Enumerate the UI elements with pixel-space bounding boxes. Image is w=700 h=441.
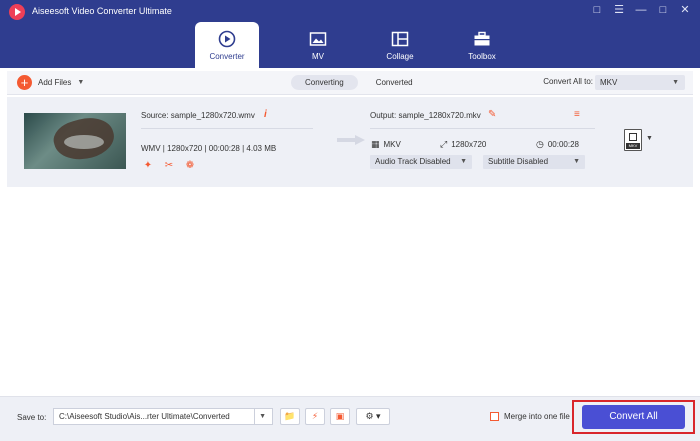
tab-converted[interactable]: Converted	[362, 75, 427, 90]
format-badge-text: MKV	[626, 143, 640, 149]
audio-track-value: Audio Track Disabled	[375, 157, 451, 166]
bottom-bar: Save to: C:\Aiseesoft Studio\Ais...rter …	[0, 396, 700, 441]
merge-checkbox[interactable]	[490, 412, 499, 421]
settings-sliders-icon[interactable]: ≡	[574, 109, 580, 120]
chevron-down-icon: ▼	[573, 158, 580, 165]
palette-icon[interactable]: ❁	[184, 160, 196, 172]
add-files-button[interactable]: + Add Files ▼	[17, 75, 84, 90]
collage-icon	[391, 31, 409, 47]
chevron-down-icon: ▼	[259, 413, 266, 420]
close-icon[interactable]: ✕	[678, 3, 692, 17]
plus-icon: +	[17, 75, 32, 90]
tab-converting[interactable]: Converting	[291, 75, 358, 90]
file-item: Source: sample_1280x720.wmv i WMV | 1280…	[7, 97, 693, 187]
convert-all-button[interactable]: Convert All	[582, 405, 685, 429]
window-controls: □ ☰ — □ ✕	[590, 3, 692, 17]
status-segmented-control: Converting Converted	[291, 75, 427, 90]
output-format-text: MKV	[383, 140, 401, 149]
arrow-right-icon	[337, 135, 365, 145]
settings-gear-icon[interactable]: ⚙ ▾	[356, 408, 390, 425]
mv-icon	[309, 32, 327, 46]
output-resolution-text: 1280x720	[451, 140, 487, 149]
edit-tools: ✦ ✂ ❁	[142, 160, 196, 172]
subtitle-value: Subtitle Disabled	[488, 157, 549, 166]
tab-collage[interactable]: Collage	[359, 22, 441, 68]
chevron-down-icon[interactable]: ▼	[77, 79, 84, 86]
tab-toolbox-label: Toolbox	[468, 52, 496, 61]
source-divider	[141, 128, 313, 129]
save-path-select[interactable]: C:\Aiseesoft Studio\Ais...rter Ultimate\…	[53, 408, 273, 425]
merge-label: Merge into one file	[504, 412, 570, 421]
app-logo-icon	[9, 4, 25, 20]
resize-icon: ⤢	[440, 139, 448, 149]
rename-icon[interactable]: ✎	[488, 109, 496, 120]
film-icon: ▦	[371, 139, 380, 149]
output-format-badge[interactable]: MKV	[624, 129, 642, 151]
output-divider	[370, 128, 595, 129]
title-bar: Aiseesoft Video Converter Ultimate □ ☰ —…	[0, 0, 700, 68]
info-icon[interactable]: i	[264, 109, 267, 120]
subtitle-select[interactable]: Subtitle Disabled ▼	[483, 155, 585, 169]
feedback-icon[interactable]: □	[590, 3, 604, 17]
source-filename: Source: sample_1280x720.wmv	[141, 111, 255, 120]
tab-mv-label: MV	[312, 52, 324, 61]
output-resolution-info: ⤢ 1280x720	[440, 139, 486, 150]
add-files-label: Add Files	[38, 78, 72, 87]
audio-track-select[interactable]: Audio Track Disabled ▼	[370, 155, 472, 169]
output-duration-info: ◷ 00:00:28	[536, 139, 579, 150]
chevron-down-icon: ▼	[672, 79, 679, 86]
converter-toolbar: + Add Files ▼ Converting Converted Conve…	[7, 71, 693, 95]
source-meta: WMV | 1280x720 | 00:00:28 | 4.03 MB	[141, 144, 277, 153]
video-thumbnail[interactable]	[24, 113, 126, 169]
gpu-accel-icon[interactable]: ▣	[330, 408, 350, 425]
tab-converter[interactable]: Converter	[195, 22, 259, 68]
output-format-select[interactable]: MKV ▼	[595, 75, 685, 90]
enhance-icon[interactable]: ✦	[142, 160, 154, 172]
output-filename: Output: sample_1280x720.mkv	[370, 111, 481, 120]
main-nav: Converter MV Collage Toolbox	[195, 22, 523, 68]
chevron-down-icon: ▼	[460, 158, 467, 165]
save-to-label: Save to:	[17, 413, 47, 422]
tab-collage-label: Collage	[386, 52, 414, 61]
output-format-info: ▦ MKV	[371, 139, 401, 150]
clock-icon: ◷	[536, 139, 544, 149]
tab-converter-label: Converter	[209, 52, 245, 61]
hardware-accel-icon[interactable]: ⚡	[305, 408, 325, 425]
output-format-value: MKV	[600, 78, 618, 87]
save-path-value: C:\Aiseesoft Studio\Ais...rter Ultimate\…	[59, 412, 230, 421]
open-folder-icon[interactable]: 📁	[280, 408, 300, 425]
toolbox-icon	[474, 31, 490, 46]
output-duration-text: 00:00:28	[547, 140, 579, 149]
cut-icon[interactable]: ✂	[163, 160, 175, 172]
converter-icon	[218, 30, 236, 48]
chevron-down-icon[interactable]: ▼	[646, 135, 653, 142]
convert-all-to-label: Convert All to:	[543, 77, 593, 86]
menu-icon[interactable]: ☰	[612, 3, 626, 17]
minimize-icon[interactable]: —	[634, 3, 648, 17]
tab-mv[interactable]: MV	[277, 22, 359, 68]
maximize-icon[interactable]: □	[656, 3, 670, 17]
app-title: Aiseesoft Video Converter Ultimate	[32, 6, 172, 16]
tab-toolbox[interactable]: Toolbox	[441, 22, 523, 68]
merge-option[interactable]: Merge into one file	[490, 412, 570, 421]
